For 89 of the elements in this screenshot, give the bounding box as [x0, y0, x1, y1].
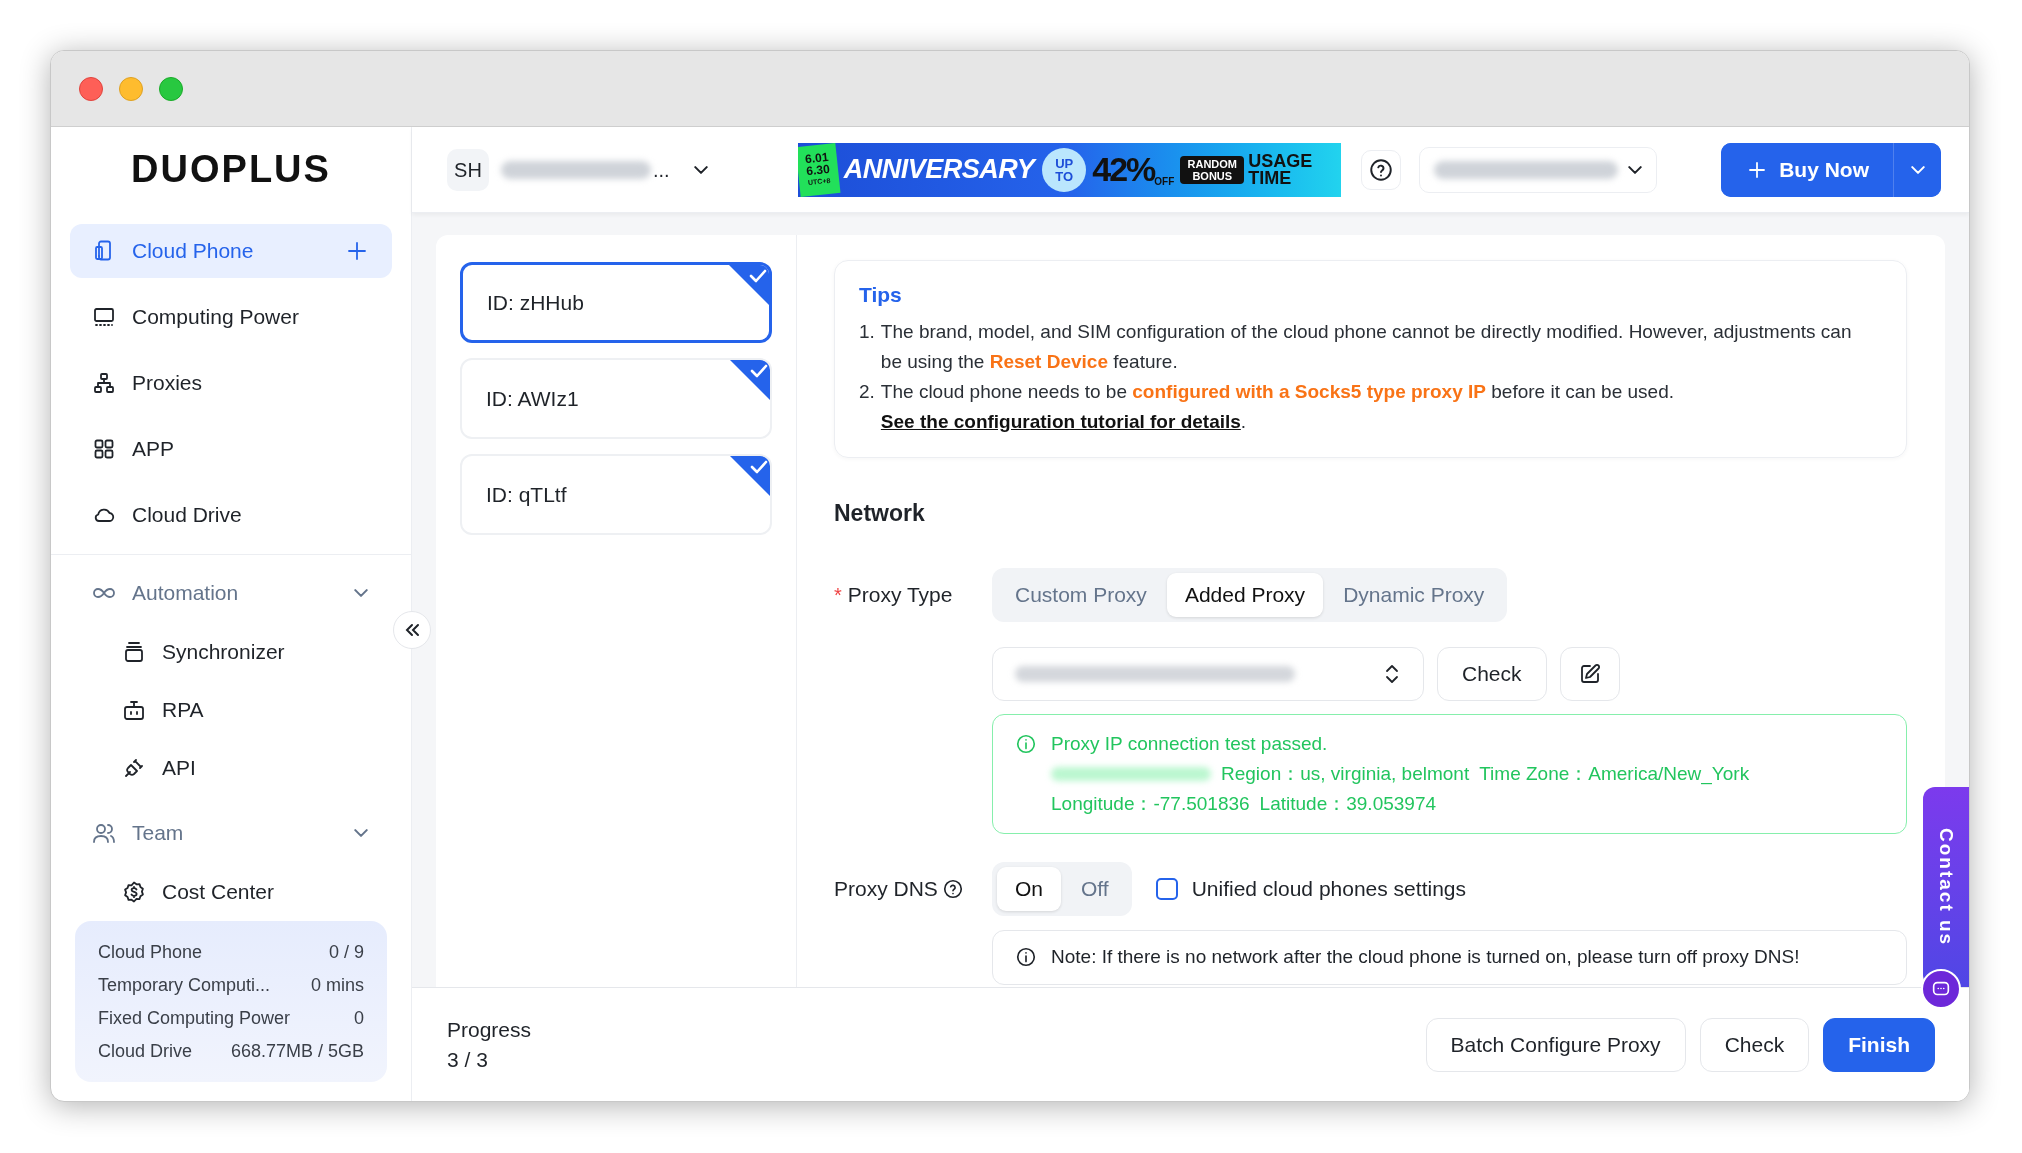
contact-tab[interactable]: Contact us — [1923, 787, 1969, 987]
chevron-down-icon — [693, 165, 708, 174]
footer-button[interactable]: Batch Configure Proxy — [1425, 1017, 1686, 1072]
result-detail: Time Zone：America/New_York — [1479, 762, 1750, 787]
stat-value: 0 / 9 — [328, 941, 364, 964]
up-down-chevron-icon — [1383, 663, 1401, 685]
banner-date: 6.01 — [804, 150, 829, 165]
field-label: Proxy Type — [847, 582, 953, 609]
nav-item[interactable]: Cloud Phone — [70, 224, 392, 278]
tip-text: The cloud phone needs to be configured with a Socks5 type proxy IP before it can be used. See the configuration tutorial for details. — [880, 379, 1675, 434]
progress-value: 3 / 3 — [447, 1046, 489, 1073]
unified-checkbox[interactable] — [1155, 878, 1178, 900]
stat-label: Fixed Computing Power — [98, 1007, 291, 1030]
dns-toggle-option[interactable]: On — [997, 867, 1061, 911]
banner-percent: 42% — [1092, 149, 1155, 190]
result-detail: Longitude：-77.501836 — [1051, 792, 1250, 816]
banner-upto: UP TO — [1054, 156, 1075, 183]
progress-label: Progress — [447, 1016, 532, 1043]
nav-item[interactable]: RPA — [70, 681, 392, 739]
nav-item[interactable]: Computing Power — [70, 290, 392, 344]
nav-item[interactable]: API — [70, 739, 392, 797]
info-icon — [1015, 733, 1037, 755]
stat-value: 0 — [354, 1007, 364, 1030]
result-message: Proxy IP connection test passed. — [1051, 732, 1329, 756]
proxy-type-tab[interactable]: Added Proxy — [1166, 573, 1324, 617]
logo: DUOPLUS — [130, 147, 332, 192]
banner-usage: USAGE TIME — [1248, 152, 1314, 187]
monitor-icon — [92, 305, 116, 329]
chevron-down-icon — [1910, 165, 1925, 174]
stat-value: 0 mins — [311, 974, 364, 997]
nav-item[interactable]: Cloud Drive — [70, 488, 392, 542]
result-detail: Region：us, virginia, belmont — [1221, 762, 1470, 786]
stat-label: Cloud Drive — [98, 1040, 193, 1063]
plug-icon — [122, 756, 146, 780]
tutorial-link[interactable]: See the configuration tutorial for details — [880, 410, 1241, 432]
stat-value: 668.77MB / 5GB — [230, 1040, 364, 1063]
banner-bonus: RANDOM BONUS — [1186, 157, 1239, 182]
buy-options-button[interactable] — [1893, 142, 1941, 197]
chevron-down-icon — [354, 589, 368, 597]
chevron-down-icon — [354, 829, 368, 837]
double-chevron-left-icon — [403, 621, 421, 639]
banner-date: 6.30 — [805, 162, 830, 177]
footer-button[interactable]: Check — [1699, 1017, 1810, 1072]
avatar: SH — [447, 148, 489, 191]
nav-group-header[interactable]: Automation — [70, 563, 392, 623]
list-number: 1. — [859, 319, 875, 344]
note-text: Note: If there is no network after the cloud phone is turned on, please turn off proxy DNS! — [1051, 945, 1800, 969]
banner-title: ANNIVERSARY — [843, 153, 1035, 187]
field-label: Proxy DNS — [834, 876, 938, 903]
help-icon — [1367, 156, 1394, 183]
result-detail: Latitude：39.053974 — [1259, 792, 1437, 816]
edit-button[interactable] — [1559, 647, 1620, 701]
stat-label: Cloud Phone — [98, 941, 203, 964]
device-card[interactable]: ID: AWIz1 — [460, 358, 772, 439]
plus-icon — [1747, 159, 1768, 180]
chevron-down-icon — [1627, 165, 1642, 174]
help-button[interactable] — [1360, 149, 1401, 190]
robot-icon — [122, 698, 146, 722]
stack-icon — [122, 640, 146, 664]
collapse-sidebar-button[interactable] — [393, 611, 431, 649]
proxy-type-tab[interactable]: Custom Proxy — [997, 573, 1165, 617]
nav-item[interactable]: Cost Center — [70, 863, 392, 921]
device-card[interactable]: ID: qTLtf — [460, 454, 772, 535]
info-icon — [1015, 946, 1037, 969]
stat-label: Temporary Computi... — [98, 974, 271, 997]
dollar-badge-icon — [122, 880, 146, 904]
close-window-button[interactable] — [79, 76, 103, 101]
network-icon — [92, 371, 116, 395]
nav-group-header[interactable]: Team — [70, 803, 392, 863]
check-button[interactable]: Check — [1437, 647, 1547, 701]
nav-item[interactable]: APP — [70, 422, 392, 476]
dns-toggle-option[interactable]: Off — [1063, 867, 1127, 911]
users-icon — [92, 821, 116, 845]
required-marker: * — [834, 583, 842, 608]
help-icon — [941, 878, 964, 900]
nav-item[interactable]: Proxies — [70, 356, 392, 410]
banner-off: OFF — [1154, 175, 1175, 189]
finish-button[interactable]: Finish — [1823, 1017, 1935, 1072]
tip-text: The brand, model, and SIM configuration of the cloud phone cannot be directly modified. However, adjustments can be using the Reset Device feature. — [880, 319, 1853, 374]
grid-icon — [92, 437, 116, 461]
email-ellipsis: ... — [653, 157, 670, 183]
tips-title: Tips — [859, 282, 903, 308]
proxy-type-tab[interactable]: Dynamic Proxy — [1325, 573, 1503, 617]
section-title: Network — [834, 498, 926, 528]
nav-item[interactable]: Synchronizer — [70, 623, 392, 681]
list-number: 2. — [859, 379, 875, 404]
plus-icon — [346, 240, 368, 262]
checkbox-label: Unified cloud phones settings — [1191, 876, 1466, 903]
device-card[interactable]: ID: zHHub — [460, 262, 772, 343]
